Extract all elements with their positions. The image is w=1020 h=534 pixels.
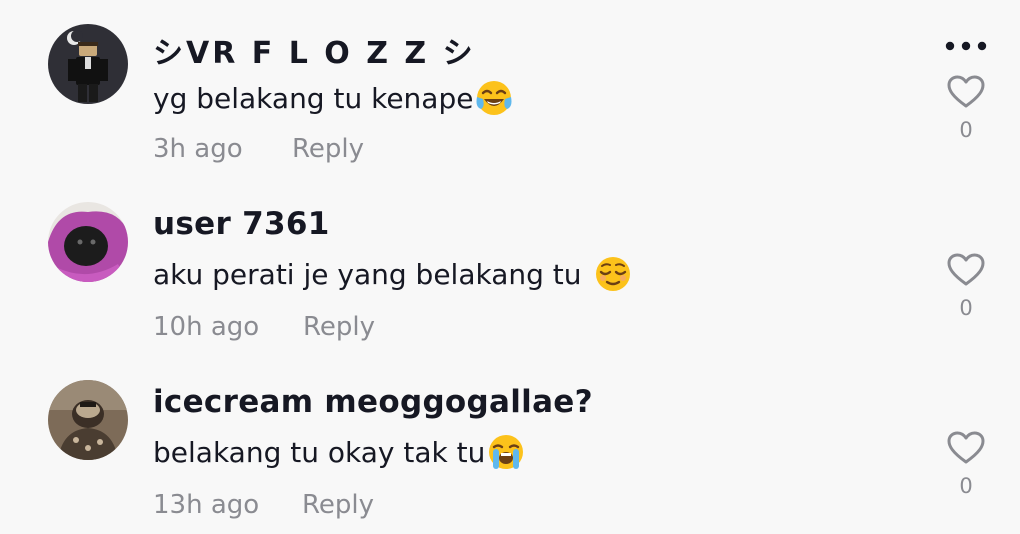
avatar[interactable] bbox=[48, 24, 128, 104]
avatar[interactable] bbox=[48, 202, 128, 282]
comment-text-content: yg belakang tu kenape bbox=[153, 81, 474, 115]
comment-text: yg belakang tu kenape bbox=[153, 78, 513, 118]
avatar[interactable] bbox=[48, 380, 128, 460]
comment-text-content: aku perati je yang belakang tu bbox=[153, 257, 582, 291]
comment-text-content: belakang tu okay tak tu bbox=[153, 435, 486, 469]
comment-item: user 7361 aku perati je yang belakang tu… bbox=[0, 178, 1020, 356]
face-with-tears-of-joy-icon bbox=[476, 81, 512, 115]
like-button[interactable]: 0 bbox=[944, 252, 988, 320]
comment-username[interactable]: icecream meoggogallae? bbox=[153, 384, 593, 420]
comment-username[interactable]: シVR F L O Z Z シ bbox=[153, 28, 476, 72]
comment-username[interactable]: user 7361 bbox=[153, 206, 330, 242]
reply-button[interactable]: Reply bbox=[292, 134, 364, 164]
like-button[interactable]: 0 bbox=[944, 74, 988, 142]
comment-item: シVR F L O Z Z シ yg belakang tu kenape 3h… bbox=[0, 0, 1020, 178]
comment-text: aku perati je yang belakang tu bbox=[153, 254, 632, 294]
heart-icon bbox=[947, 253, 985, 286]
heart-icon bbox=[947, 75, 985, 108]
comment-timestamp: 13h ago bbox=[153, 490, 260, 520]
relieved-face-icon bbox=[595, 257, 630, 291]
comment-timestamp: 3h ago bbox=[153, 134, 243, 164]
heart-icon bbox=[947, 431, 985, 464]
reply-button[interactable]: Reply bbox=[302, 490, 374, 520]
like-count: 0 bbox=[959, 474, 973, 498]
comment-timestamp: 10h ago bbox=[153, 312, 260, 342]
reply-button[interactable]: Reply bbox=[303, 312, 375, 342]
comment-item: icecream meoggogallae? belakang tu okay … bbox=[0, 356, 1020, 534]
comment-text: belakang tu okay tak tu bbox=[153, 432, 525, 472]
like-count: 0 bbox=[959, 118, 973, 142]
like-count: 0 bbox=[959, 296, 973, 320]
loudly-crying-face-icon bbox=[489, 435, 524, 469]
like-button[interactable]: 0 bbox=[944, 430, 988, 498]
